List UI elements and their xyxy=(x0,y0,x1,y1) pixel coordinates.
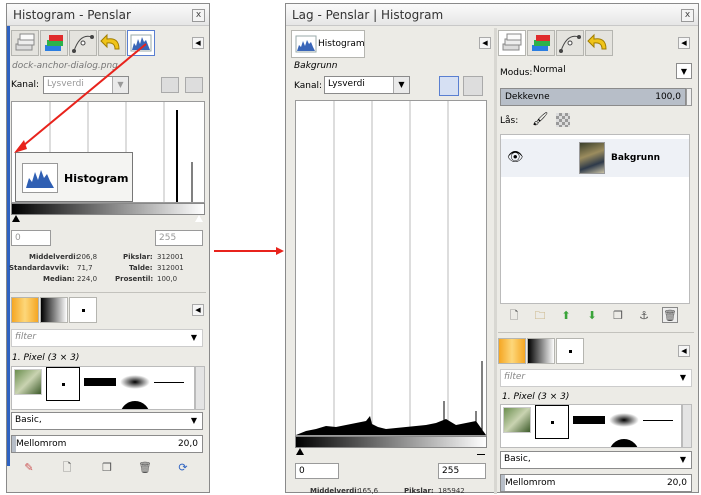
paths-icon xyxy=(559,35,581,53)
right-histogram-tab[interactable]: Histogram xyxy=(291,30,365,58)
right-separator xyxy=(498,332,694,333)
brush-soft-ellipse[interactable] xyxy=(609,413,639,427)
right-tab-gradients[interactable] xyxy=(498,338,526,364)
lock-label: Lås: xyxy=(500,116,519,126)
right-dock-window: Lag - Penslar | Histogram x Histogram ◀ … xyxy=(285,3,699,495)
right-linear-scale-button[interactable] xyxy=(439,76,459,96)
layer-row-name: Bakgrunn xyxy=(611,153,661,163)
right-tab-patterns[interactable] xyxy=(527,338,555,364)
right-tab-paths[interactable] xyxy=(556,30,584,56)
arrow-diagonal xyxy=(17,43,147,151)
right-layers-menu-button[interactable]: ◀ xyxy=(678,37,690,49)
chevron-down-icon: ▼ xyxy=(676,63,692,79)
right-tab-undo[interactable] xyxy=(585,30,613,56)
right-titlebar[interactable]: Lag - Penslar | Histogram x xyxy=(286,4,698,26)
arrow-diagonal-head xyxy=(14,140,27,153)
right-histogram-tab-label: Histogram xyxy=(318,39,365,49)
layers-icon xyxy=(502,33,522,51)
arrow-horizontal-head xyxy=(276,247,284,255)
right-layer-name: Bakgrunn xyxy=(294,61,338,71)
mode-label: Modus: xyxy=(500,68,533,78)
right-channel-select[interactable]: Lysverdi ▼ xyxy=(324,76,410,94)
brush-hard-bar[interactable] xyxy=(573,416,605,424)
right-tab-brushes[interactable] xyxy=(556,338,584,364)
right-tab-channels[interactable] xyxy=(527,30,555,56)
brush-round-large[interactable] xyxy=(609,439,639,447)
right-high-handle[interactable] xyxy=(477,448,485,455)
right-log-scale-button[interactable] xyxy=(463,76,483,96)
lock-alpha-icon[interactable] xyxy=(556,113,570,127)
right-histogram-graph[interactable] xyxy=(295,100,487,436)
right-close-button[interactable]: x xyxy=(681,9,694,22)
histogram-icon xyxy=(295,35,317,53)
right-brush-scrollbar[interactable] xyxy=(682,404,692,448)
lock-pixels-icon[interactable]: 🖌 xyxy=(532,112,549,127)
right-channel-label: Kanal: xyxy=(294,81,323,91)
right-window-title: Lag - Penslar | Histogram xyxy=(292,8,444,22)
right-brush-name: 1. Pixel (3 × 3) xyxy=(502,392,570,402)
right-brush-grid[interactable] xyxy=(500,404,682,448)
duplicate-layer-icon[interactable]: ❐ xyxy=(610,308,626,324)
right-histogram-plot xyxy=(296,101,486,435)
right-range-low-input[interactable]: 0 xyxy=(295,463,339,479)
delete-layer-icon[interactable]: 🗑 xyxy=(662,307,678,323)
brush-line[interactable] xyxy=(643,420,673,421)
right-preset-select[interactable]: Basic, ▼ xyxy=(500,451,692,469)
chevron-down-icon: ▼ xyxy=(675,452,691,468)
layer-row[interactable]: 👁 Bakgrunn xyxy=(501,139,689,177)
right-histogram-menu-button[interactable]: ◀ xyxy=(479,37,491,49)
raise-layer-icon[interactable]: ⬆ xyxy=(558,308,574,324)
lower-layer-icon[interactable]: ⬇ xyxy=(584,308,600,324)
right-low-handle[interactable] xyxy=(296,448,304,455)
pane-divider[interactable] xyxy=(494,28,497,494)
brush-pixel-selected[interactable] xyxy=(535,405,569,439)
layers-list[interactable]: 👁 Bakgrunn xyxy=(500,134,690,304)
right-tab-layers[interactable] xyxy=(498,30,526,56)
opacity-slider[interactable]: Dekkevne 100,0 xyxy=(500,88,686,106)
layer-thumbnail xyxy=(579,142,605,174)
channels-icon xyxy=(532,35,550,51)
mode-select[interactable]: Normal ▼ xyxy=(530,63,692,81)
right-brush-menu-button[interactable]: ◀ xyxy=(678,345,690,357)
right-gradient-bar xyxy=(295,436,487,448)
new-layer-icon[interactable]: 🗋 xyxy=(506,308,522,324)
brush-image-thumb[interactable] xyxy=(503,407,531,433)
anchor-layer-icon[interactable]: ⚓ xyxy=(636,308,652,324)
right-filter-input[interactable]: filter ▼ xyxy=(500,369,692,387)
right-spacing-slider[interactable]: Mellomrom 20,0 xyxy=(500,474,692,492)
visibility-eye-icon[interactable]: 👁 xyxy=(507,150,524,165)
chevron-down-icon: ▼ xyxy=(393,77,409,93)
right-range-high-input[interactable]: 255 xyxy=(438,463,486,479)
brush-dot-icon xyxy=(569,350,572,353)
chevron-down-icon: ▼ xyxy=(675,370,691,386)
undo-icon xyxy=(587,33,607,50)
opacity-spinner[interactable] xyxy=(686,88,692,106)
new-layer-group-icon[interactable]: 🗀 xyxy=(532,308,548,324)
